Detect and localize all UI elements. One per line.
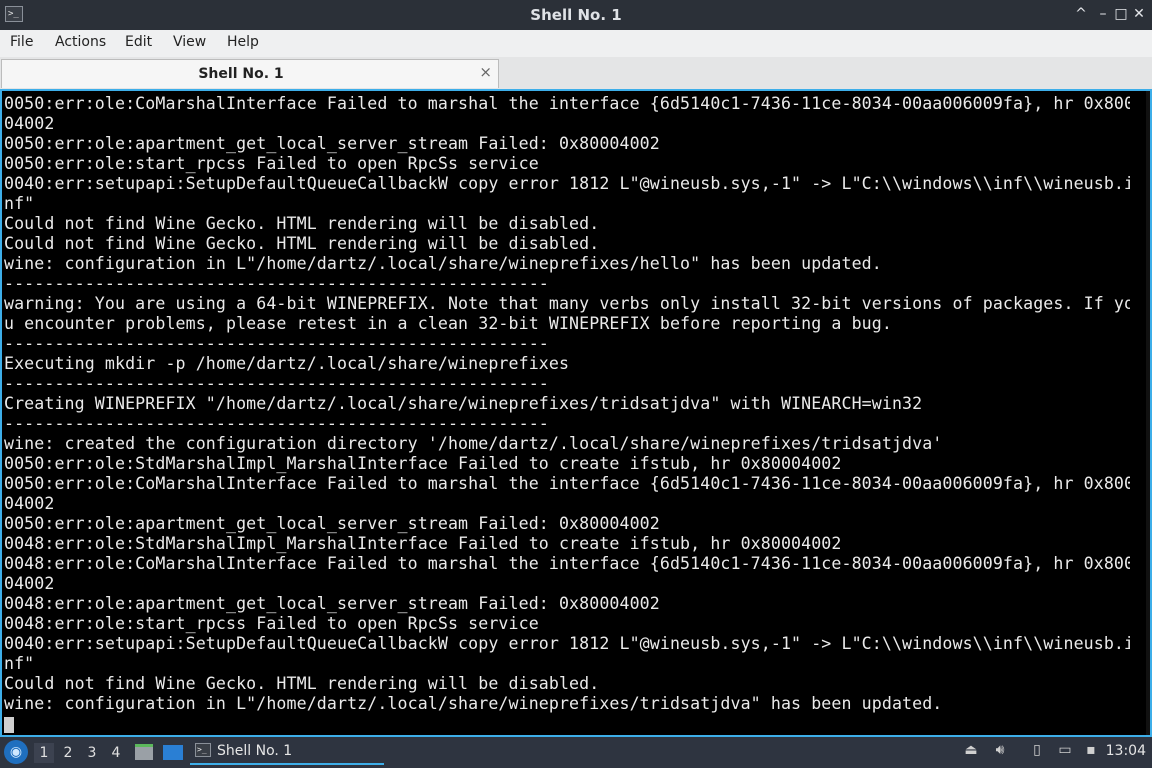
terminal-line: 04002 <box>4 114 55 133</box>
terminal-line: Could not find Wine Gecko. HTML renderin… <box>4 674 600 693</box>
terminal-icon: >_ <box>195 743 211 757</box>
workspace-4[interactable]: 4 <box>106 743 126 763</box>
terminal-prompt-line[interactable] <box>4 714 1130 734</box>
menu-help[interactable]: Help <box>227 34 259 50</box>
terminal-line: ----------------------------------------… <box>4 334 549 353</box>
terminal-line: warning: You are using a 64-bit WINEPREF… <box>4 294 1130 313</box>
tab-close-icon[interactable]: × <box>479 63 492 81</box>
terminal-line: ----------------------------------------… <box>4 414 549 433</box>
clipboard-icon[interactable]: ▯ <box>1028 742 1046 762</box>
taskbar: ◉ 1 2 3 4 >_ Shell No. 1 ⏏ 🔊︎ ▯ ▭ ▪ 13:0… <box>0 737 1152 768</box>
terminal-line: Could not find Wine Gecko. HTML renderin… <box>4 234 600 253</box>
terminal-line: wine: created the configuration director… <box>4 434 943 453</box>
network-icon[interactable]: ▭ <box>1055 742 1075 762</box>
terminal-line: 0050:err:ole:apartment_get_local_server_… <box>4 514 660 533</box>
terminal-line: nf" <box>4 654 35 673</box>
terminal-line: 0048:err:ole:CoMarshalInterface Failed t… <box>4 554 1130 573</box>
menu-file[interactable]: File <box>10 34 33 50</box>
start-menu-icon[interactable]: ◉ <box>4 740 28 764</box>
terminal-line: 0050:err:ole:start_rpcss Failed to open … <box>4 154 539 173</box>
terminal-scrollbar[interactable] <box>1146 91 1150 735</box>
menu-edit[interactable]: Edit <box>125 34 152 50</box>
terminal-line: 0048:err:ole:apartment_get_local_server_… <box>4 594 660 613</box>
terminal-line: Could not find Wine Gecko. HTML renderin… <box>4 214 600 233</box>
terminal-line: 0040:err:setupapi:SetupDefaultQueueCallb… <box>4 634 1130 653</box>
terminal-line: wine: configuration in L"/home/dartz/.lo… <box>4 694 943 713</box>
file-manager-icon[interactable] <box>135 744 153 760</box>
terminal-line: nf" <box>4 194 35 213</box>
terminal-view[interactable]: 0050:err:ole:CoMarshalInterface Failed t… <box>0 89 1152 737</box>
terminal-line: 04002 <box>4 494 55 513</box>
workspace-3[interactable]: 3 <box>82 743 102 763</box>
terminal-line: 0050:err:ole:CoMarshalInterface Failed t… <box>4 474 1130 493</box>
tab-label: Shell No. 1 <box>198 66 284 82</box>
terminal-line: 0048:err:ole:StdMarshalImpl_MarshalInter… <box>4 534 842 553</box>
terminal-output: 0050:err:ole:CoMarshalInterface Failed t… <box>4 94 1130 734</box>
volume-icon[interactable]: 🔊︎ <box>990 742 1010 762</box>
terminal-line: 0050:err:ole:CoMarshalInterface Failed t… <box>4 94 1130 113</box>
display-icon[interactable]: ▪ <box>1082 742 1100 762</box>
menu-view[interactable]: View <box>173 34 206 50</box>
upload-icon[interactable]: ⏏ <box>962 742 980 762</box>
tab-bar: Shell No. 1 × <box>0 57 1152 89</box>
taskbar-task-shell[interactable]: >_ Shell No. 1 <box>190 740 384 765</box>
terminal-cursor <box>4 717 14 733</box>
tab-shell-1[interactable]: Shell No. 1 × <box>1 59 499 88</box>
maximize-button[interactable]: □ <box>1112 5 1130 23</box>
terminal-line: 0040:err:setupapi:SetupDefaultQueueCallb… <box>4 174 1130 193</box>
clock: 13:04 <box>1105 743 1146 759</box>
terminal-line: Executing mkdir -p /home/dartz/.local/sh… <box>4 354 570 373</box>
terminal-line: 0050:err:ole:apartment_get_local_server_… <box>4 134 660 153</box>
terminal-line: ----------------------------------------… <box>4 374 549 393</box>
terminal-line: 0050:err:ole:StdMarshalImpl_MarshalInter… <box>4 454 842 473</box>
workspace-1[interactable]: 1 <box>34 743 54 763</box>
menu-actions[interactable]: Actions <box>55 34 106 50</box>
terminal-line: ----------------------------------------… <box>4 274 549 293</box>
terminal-line: Creating WINEPREFIX "/home/dartz/.local/… <box>4 394 923 413</box>
minimize-button[interactable]: – <box>1094 5 1112 23</box>
show-desktop-icon[interactable] <box>163 745 183 760</box>
terminal-line: 0048:err:ole:start_rpcss Failed to open … <box>4 614 539 633</box>
workspace-2[interactable]: 2 <box>58 743 78 763</box>
menu-bar: File Actions Edit View Help <box>0 30 1152 58</box>
terminal-line: 04002 <box>4 574 55 593</box>
terminal-line: wine: configuration in L"/home/dartz/.lo… <box>4 254 882 273</box>
window-title: Shell No. 1 <box>530 6 622 24</box>
window-titlebar: >_ Shell No. 1 ^ – □ ✕ <box>0 0 1152 30</box>
terminal-line: u encounter problems, please retest in a… <box>4 314 892 333</box>
task-label: Shell No. 1 <box>217 743 293 759</box>
close-button[interactable]: ✕ <box>1130 5 1148 23</box>
restore-icon[interactable]: ^ <box>1072 5 1090 23</box>
